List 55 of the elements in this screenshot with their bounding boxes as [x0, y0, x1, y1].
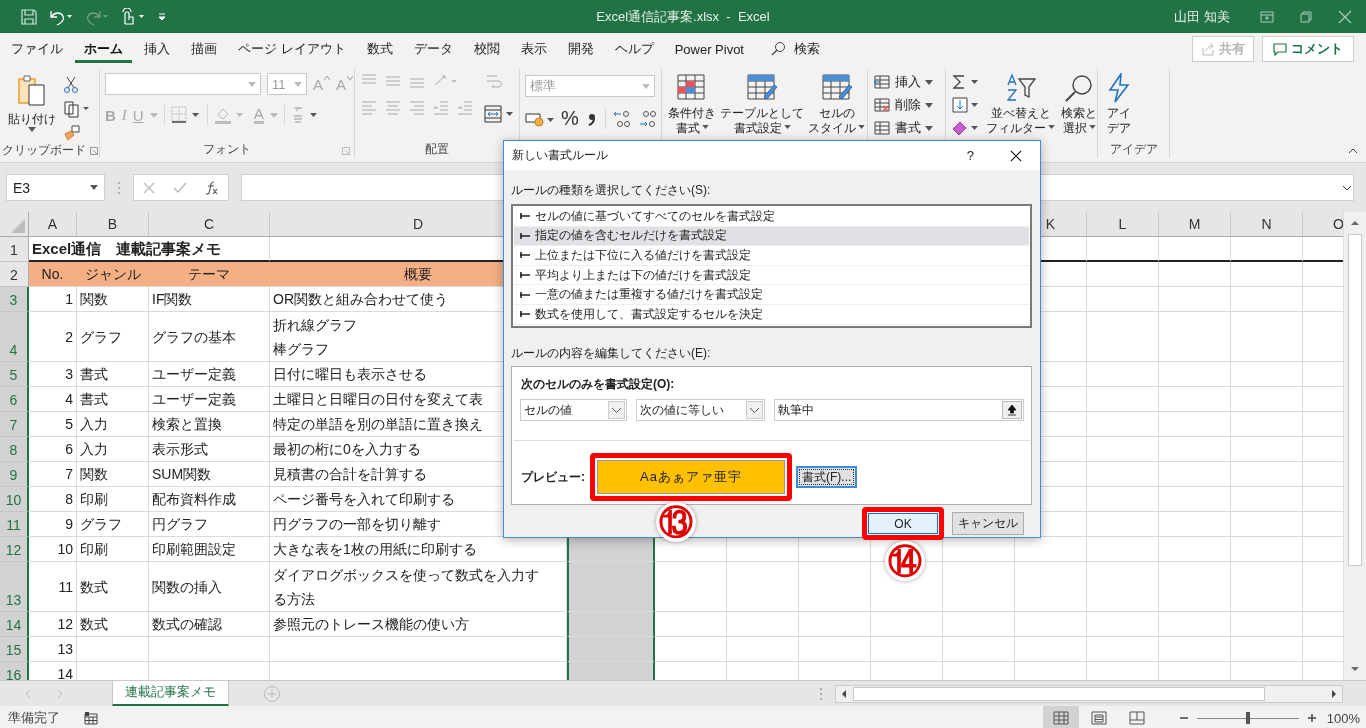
table-cell: グラフの基本	[149, 312, 270, 362]
table-cell: 7	[29, 462, 77, 487]
preview-sample: Aaあぁアァ亜宇	[597, 460, 785, 494]
table-cell: 入力	[77, 437, 149, 462]
table-cell: 書式	[77, 362, 149, 387]
cell-line: ダイアログボックスを使って数式を入力す	[273, 565, 539, 585]
window-title: Excel通信記事案.xlsx - Excel	[595, 7, 771, 26]
column-heading: テーマ	[149, 262, 270, 287]
section-label: ルールの種類を選択してください(S):	[511, 182, 712, 199]
group-label: 配置	[425, 140, 449, 158]
table-cell: 印刷範囲設定	[149, 537, 270, 562]
table-cell: IF関数	[149, 287, 270, 312]
table-cell: 配布資料作成	[149, 487, 270, 512]
table-cell: 関数	[77, 287, 149, 312]
table-cell: 2	[29, 312, 77, 362]
table-cell: 参照元のトレース機能の使い方	[270, 612, 567, 637]
table-cell: 入力	[77, 412, 149, 437]
cell-line: る方法	[273, 589, 315, 609]
table-cell: SUM関数	[149, 462, 270, 487]
table-cell: 数式の確認	[149, 612, 270, 637]
cell-line: 折れ線グラフ	[273, 315, 357, 335]
table-cell: 検索と置換	[149, 412, 270, 437]
table-cell: 関数	[77, 462, 149, 487]
column-heading: No.	[29, 262, 77, 287]
table-cell: 印刷	[77, 487, 149, 512]
table-cell: 3	[29, 362, 77, 387]
status-text: 準備完了	[8, 709, 60, 727]
table-cell: 4	[29, 387, 77, 412]
table-cell: ユーザー定義	[149, 362, 270, 387]
table-cell: 数式	[77, 612, 149, 637]
dialog-title: 新しい書式ルール	[512, 147, 608, 164]
table-cell: 関数の挿入	[149, 562, 270, 612]
table-cell: 印刷	[77, 537, 149, 562]
group-label: クリップボード	[1, 142, 86, 159]
table-cell: グラフ	[77, 312, 149, 362]
table-cell: 数式	[77, 562, 149, 612]
table-cell: 11	[29, 562, 77, 612]
table-cell: 12	[29, 612, 77, 637]
section-label: ルールの内容を編集してください(E):	[511, 345, 712, 362]
column-heading: ジャンル	[77, 262, 149, 287]
group-label: アイデア	[1109, 140, 1158, 158]
table-cell: 表示形式	[149, 437, 270, 462]
table-cell: 1	[29, 287, 77, 312]
table-cell: 書式	[77, 387, 149, 412]
group-label: フォント	[203, 140, 251, 158]
table-cell: 8	[29, 487, 77, 512]
table-cell: 6	[29, 437, 77, 462]
table-cell: グラフ	[77, 512, 149, 537]
table-cell: ユーザー定義	[149, 387, 270, 412]
table-cell: 13	[29, 637, 77, 662]
table-cell: 5	[29, 412, 77, 437]
table-cell: 9	[29, 512, 77, 537]
table-cell: 円グラフ	[149, 512, 270, 537]
table-cell: 10	[29, 537, 77, 562]
cell-line: 棒グラフ	[273, 339, 329, 359]
